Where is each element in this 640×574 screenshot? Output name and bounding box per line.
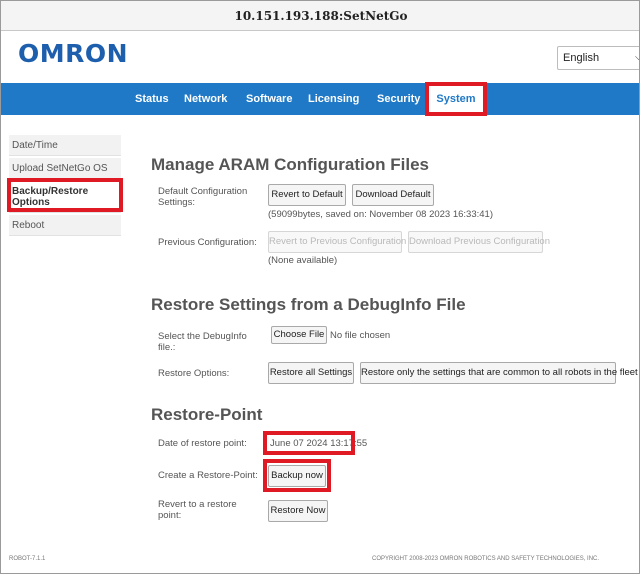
sidebar-item-upload-os[interactable]: Upload SetNetGo OS xyxy=(9,158,121,179)
language-select[interactable]: English ⌵ xyxy=(557,46,639,70)
create-restore-point-label: Create a Restore-Point: xyxy=(158,470,258,481)
sidebar-backup-highlight xyxy=(7,178,123,212)
debuginfo-heading: Restore Settings from a DebugInfo File xyxy=(151,295,466,314)
nav-network[interactable]: Network xyxy=(184,83,227,115)
restore-common-button[interactable]: Restore only the settings that are commo… xyxy=(360,362,638,384)
main-nav: Status Network Software Licensing Securi… xyxy=(1,83,639,115)
chevron-down-icon: ⌵ xyxy=(635,47,639,69)
browser-window: 10.151.193.188:SetNetGo OMRON English ⌵ … xyxy=(0,0,640,574)
restore-point-heading: Restore-Point xyxy=(151,405,263,424)
nav-status[interactable]: Status xyxy=(135,83,169,115)
copyright-text: COPYRIGHT 2008-2023 OMRON ROBOTICS AND S… xyxy=(372,556,600,562)
restore-date-highlight xyxy=(263,431,355,455)
download-previous-button[interactable]: Download Previous Configuration xyxy=(408,231,550,253)
nav-licensing[interactable]: Licensing xyxy=(308,83,359,115)
previous-config-info: (None available) xyxy=(268,255,338,266)
restore-now-button[interactable]: Restore Now xyxy=(268,500,328,522)
debuginfo-file-label: Select the DebugInfo file.: xyxy=(158,331,247,353)
revert-default-button[interactable]: Revert to Default xyxy=(268,184,346,206)
sidebar-item-reboot[interactable]: Reboot xyxy=(9,215,121,236)
nav-system-highlight xyxy=(425,82,487,116)
version-text: ROBOT-7.1.1 xyxy=(9,556,46,562)
omron-logo: OMRON xyxy=(18,39,129,68)
language-select-value: English xyxy=(563,52,600,64)
nav-software[interactable]: Software xyxy=(246,83,292,115)
no-file-text: No file chosen xyxy=(330,330,391,341)
revert-restore-point-label: Revert to a restore point: xyxy=(158,499,237,521)
choose-file-button[interactable]: Choose File xyxy=(271,326,327,344)
backup-now-highlight xyxy=(263,459,331,492)
revert-previous-button[interactable]: Revert to Previous Configuration xyxy=(268,231,406,253)
restore-options-label: Restore Options: xyxy=(158,368,230,379)
previous-config-label: Previous Configuration: xyxy=(158,237,257,248)
title-bar: 10.151.193.188:SetNetGo xyxy=(1,1,639,31)
window-title: 10.151.193.188:SetNetGo xyxy=(234,9,408,23)
default-config-label: Default Configuration Settings: xyxy=(158,186,248,208)
download-default-button[interactable]: Download Default xyxy=(352,184,434,206)
restore-all-button[interactable]: Restore all Settings xyxy=(268,362,354,384)
nav-security[interactable]: Security xyxy=(377,83,420,115)
default-config-info: (59099bytes, saved on: November 08 2023 … xyxy=(268,209,493,220)
aram-heading: Manage ARAM Configuration Files xyxy=(151,155,429,174)
sidebar-item-date-time[interactable]: Date/Time xyxy=(9,135,121,156)
restore-date-label: Date of restore point: xyxy=(158,438,247,449)
